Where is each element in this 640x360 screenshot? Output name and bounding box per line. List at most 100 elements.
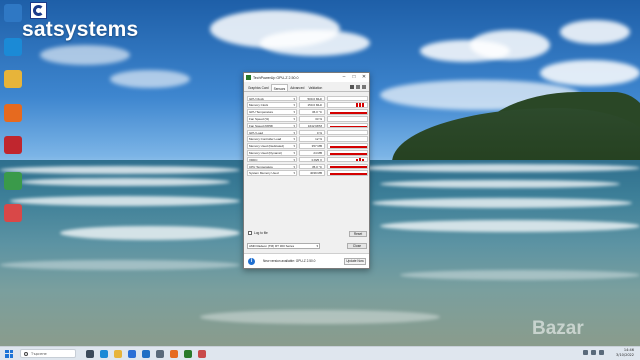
refresh-icon[interactable] [356, 85, 360, 89]
sensor-graph [327, 156, 368, 163]
sensor-label[interactable]: Memory Used (Dynamic) ▾ [247, 149, 297, 156]
sensor-label-text: GPU Load [249, 130, 264, 135]
firefox-icon[interactable] [4, 104, 22, 122]
taskbar-edge-icon[interactable] [100, 349, 108, 358]
tab-sensors[interactable]: Sensors [270, 84, 289, 91]
folder-icon[interactable] [4, 70, 22, 88]
sensor-graph [327, 122, 368, 129]
brand-site-name: satsystems [22, 18, 139, 41]
sensor-value: 150.0 MHz [299, 102, 325, 108]
sensor-label[interactable]: GPU Temperature ▾ [247, 109, 297, 115]
sensor-label[interactable]: System Memory Used ▾ [247, 170, 297, 176]
chevron-down-icon: ▾ [293, 171, 295, 176]
clock[interactable]: 14:46 3/10/2022 [616, 348, 634, 358]
sensor-label[interactable]: Memory Used (Dedicated) ▾ [247, 143, 297, 149]
sensor-label[interactable]: Fan Speed (%) ▾ [247, 115, 297, 122]
sensor-graph-bar [362, 103, 364, 107]
chevron-down-icon: ▾ [293, 137, 295, 142]
update-now-button[interactable]: Update Now [344, 258, 366, 265]
sensor-graph-bar [359, 158, 361, 162]
sensor-row: System Memory Used ▾ 4039 MB [247, 170, 369, 177]
gpu-select[interactable]: AMD Radeon (TM) RT 300 Series ▾ [247, 243, 320, 249]
taskbar-gpuz-icon[interactable] [184, 349, 192, 358]
update-notice-text: New version available: GPU-Z 2.50.0 [263, 259, 316, 263]
sensor-label[interactable]: CPU Temperature ▾ [247, 163, 297, 170]
reset-button[interactable]: Reset [349, 231, 367, 237]
start-button[interactable] [5, 349, 13, 358]
sensor-graph-bar [330, 146, 367, 148]
sensor-label-text: GPU Clock [249, 96, 264, 101]
sensor-value: 24 MB [299, 149, 325, 156]
recycle-bin-icon[interactable] [4, 4, 22, 22]
sensor-graph [327, 170, 368, 176]
chevron-down-icon: ▾ [316, 244, 318, 248]
tab-graphics-card[interactable]: Graphics Card [246, 84, 271, 91]
chevron-down-icon: ▾ [293, 103, 295, 108]
chevron-down-icon: ▾ [293, 150, 295, 155]
sensor-graph [327, 163, 368, 170]
close-button[interactable]: Close [347, 243, 367, 249]
chevron-down-icon: ▾ [293, 96, 295, 101]
sensor-label-text: Fan Speed (RPM) [249, 123, 274, 128]
taskbar-app-icon[interactable] [198, 349, 206, 358]
language-icon[interactable] [599, 350, 604, 355]
maximize-button[interactable]: □ [349, 73, 359, 82]
sensor-graph-bar [330, 165, 367, 169]
watermark: Bazar [532, 318, 584, 339]
taskbar: Търсене 14:46 3/10/2022 [0, 346, 640, 360]
sensor-graph-bar [356, 158, 358, 162]
taskbar-task-view-icon[interactable] [86, 349, 94, 358]
sensor-row: Memory Used (Dedicated) ▾ 357 MB [247, 143, 369, 150]
tab-validation[interactable]: Validation [306, 84, 324, 91]
sensor-label[interactable]: GPU Clock ▾ [247, 95, 297, 102]
sensor-list: GPU Clock ▾ 500.0 MHz Memory Clock ▾ 150.0 MH… [244, 95, 369, 177]
sensor-graph-bar [330, 172, 367, 175]
menu-icon[interactable] [362, 85, 366, 89]
sensor-label-text: GPU Temperature [249, 110, 274, 115]
taskbar-store-icon[interactable] [128, 349, 136, 358]
chevron-down-icon: ▾ [293, 123, 295, 128]
sensor-label[interactable]: Memory Controller Load ▾ [247, 136, 297, 142]
sensor-label[interactable]: Fan Speed (RPM) ▾ [247, 122, 297, 129]
taskbar-app-icon[interactable] [156, 349, 164, 358]
update-notice: i New version available: GPU-Z 2.50.0 Up… [244, 253, 369, 268]
gpuz-window: TechPowerUp GPU-Z 2.50.0 – □ ✕ Graphics … [243, 72, 370, 269]
chevron-down-icon: ▾ [293, 130, 295, 135]
aida64-icon[interactable] [4, 136, 22, 154]
sensor-graph-bar [356, 103, 358, 107]
taskbar-mail-icon[interactable] [142, 349, 150, 358]
volume-icon[interactable] [591, 350, 596, 355]
sensor-value: 35.0 °C [299, 163, 325, 170]
sensor-label-text: Memory Clock [249, 103, 269, 108]
sensor-label[interactable]: VDDC ▾ [247, 156, 297, 163]
minimize-button[interactable]: – [339, 73, 349, 82]
app2-icon[interactable] [4, 204, 22, 222]
sensor-graph [327, 149, 368, 156]
sensor-graph [327, 129, 368, 136]
sensor-graph-bar [359, 103, 361, 107]
window-title: TechPowerUp GPU-Z 2.50.0 [253, 75, 299, 80]
bottom-controls: Log to file Reset AMD Radeon (TM) RT 300… [244, 231, 369, 249]
taskbar-firefox-icon[interactable] [170, 349, 178, 358]
sensor-graph-bar [330, 153, 367, 155]
edge-icon[interactable] [4, 38, 22, 56]
taskbar-search[interactable]: Търсене [20, 349, 76, 358]
tab-advanced[interactable]: Advanced [288, 84, 306, 91]
camera-icon[interactable] [350, 85, 354, 89]
sensor-value: 1642 RPM [299, 122, 325, 129]
sensor-value: 36.0 °C [299, 109, 325, 115]
network-icon[interactable] [583, 350, 588, 355]
log-to-file-checkbox[interactable] [248, 231, 252, 235]
sensor-label[interactable]: Memory Clock ▾ [247, 102, 297, 108]
clock-date: 3/10/2022 [616, 353, 634, 357]
sensor-value: 500.0 MHz [299, 95, 325, 102]
title-bar[interactable]: TechPowerUp GPU-Z 2.50.0 – □ ✕ [244, 73, 369, 82]
app-icon[interactable] [4, 172, 22, 190]
close-window-button[interactable]: ✕ [359, 73, 369, 82]
chevron-down-icon: ▾ [293, 157, 295, 162]
chevron-down-icon: ▾ [293, 110, 295, 115]
sensor-label[interactable]: GPU Load ▾ [247, 129, 297, 136]
sensor-value: 33 % [299, 115, 325, 122]
taskbar-explorer-icon[interactable] [114, 349, 122, 358]
sensor-label-text: VDDC [249, 157, 258, 162]
